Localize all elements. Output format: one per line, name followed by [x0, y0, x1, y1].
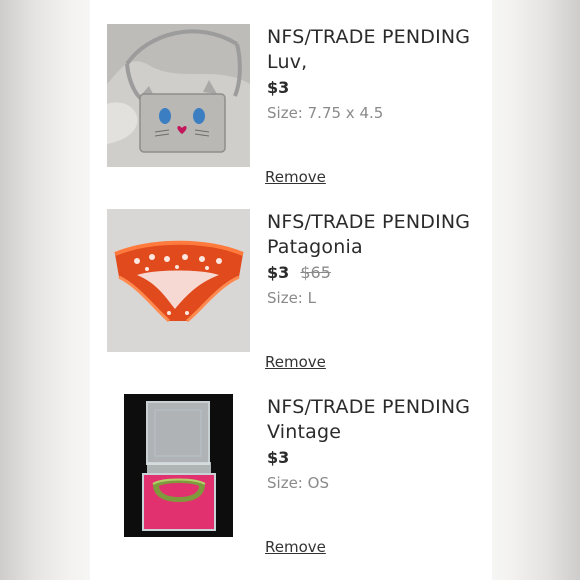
item-title[interactable]: NFS/TRADE PENDING Patagonia: [267, 210, 487, 260]
bundle-item-list: NFS/TRADE PENDING Luv, $3 Size: 7.75 x 4…: [90, 0, 492, 580]
original-price: $65: [300, 263, 331, 282]
item-price: $3: [267, 448, 290, 467]
previous-item-cutoff: [90, 0, 492, 6]
item-photo-red-underwear[interactable]: [107, 209, 250, 352]
cat-purse-photo: [107, 24, 250, 167]
size-label: Size:: [267, 104, 303, 122]
size-value: L: [307, 289, 316, 307]
item-photo-ring-box[interactable]: [107, 394, 250, 537]
size-row: Size: L: [267, 289, 316, 307]
remove-button[interactable]: Remove: [265, 168, 326, 186]
list-item: NFS/TRADE PENDING Patagonia $3 $65 Size:…: [90, 209, 492, 394]
red-underwear-photo: [107, 209, 250, 352]
item-title[interactable]: NFS/TRADE PENDING Vintage: [267, 395, 487, 445]
price-row: $3: [267, 448, 289, 468]
size-label: Size:: [267, 474, 303, 492]
remove-button[interactable]: Remove: [265, 538, 326, 556]
size-row: Size: OS: [267, 474, 329, 492]
list-item: NFS/TRADE PENDING Vintage $3 Size: OS Re…: [90, 394, 492, 579]
item-price: $3: [267, 78, 290, 97]
item-price: $3: [267, 263, 290, 282]
size-label: Size:: [267, 289, 303, 307]
cutoff-text: [112, 0, 116, 5]
remove-button[interactable]: Remove: [265, 353, 326, 371]
size-row: Size: 7.75 x 4.5: [267, 104, 383, 122]
size-value: OS: [307, 474, 329, 492]
size-value: 7.75 x 4.5: [307, 104, 384, 122]
list-item: NFS/TRADE PENDING Luv, $3 Size: 7.75 x 4…: [90, 24, 492, 209]
item-photo-cat-purse[interactable]: [107, 24, 250, 167]
price-row: $3 $65: [267, 263, 331, 283]
price-row: $3: [267, 78, 289, 98]
item-title[interactable]: NFS/TRADE PENDING Luv,: [267, 25, 487, 75]
ring-box-photo: [107, 394, 250, 537]
